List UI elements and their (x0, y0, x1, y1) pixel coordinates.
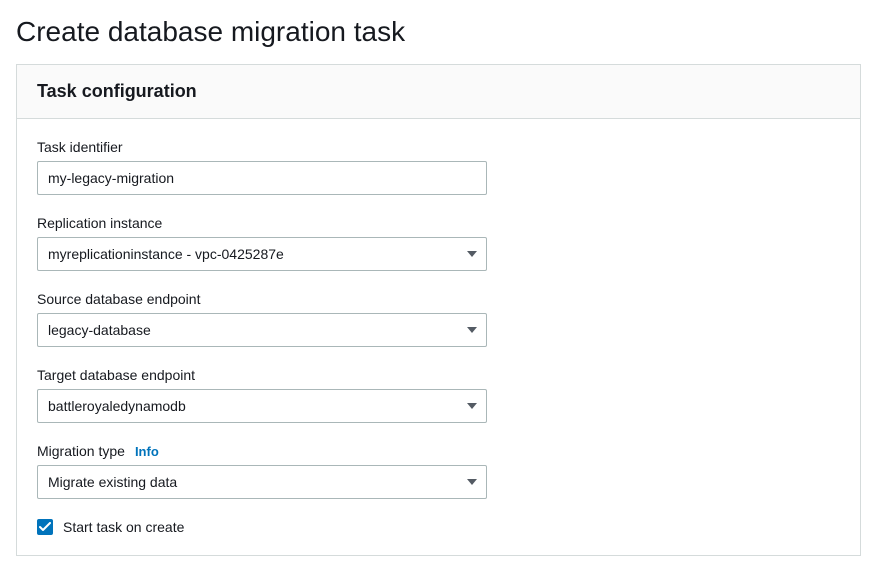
task-identifier-label: Task identifier (37, 139, 840, 155)
migration-type-select-wrapper: Migrate existing data (37, 465, 487, 499)
migration-type-group: Migration type Info Migrate existing dat… (37, 443, 840, 499)
start-on-create-checkbox[interactable] (37, 519, 53, 535)
replication-instance-select[interactable]: myreplicationinstance - vpc-0425287e (37, 237, 487, 271)
task-identifier-group: Task identifier (37, 139, 840, 195)
replication-instance-group: Replication instance myreplicationinstan… (37, 215, 840, 271)
start-on-create-label[interactable]: Start task on create (63, 519, 184, 535)
target-endpoint-label: Target database endpoint (37, 367, 840, 383)
target-endpoint-select[interactable]: battleroyaledynamodb (37, 389, 487, 423)
target-endpoint-group: Target database endpoint battleroyaledyn… (37, 367, 840, 423)
page-title: Create database migration task (16, 16, 861, 48)
checkmark-icon (39, 522, 51, 532)
migration-type-info-link[interactable]: Info (135, 444, 159, 459)
migration-type-select[interactable]: Migrate existing data (37, 465, 487, 499)
task-configuration-panel: Task configuration Task identifier Repli… (16, 64, 861, 556)
replication-instance-label: Replication instance (37, 215, 840, 231)
panel-title: Task configuration (37, 81, 840, 102)
source-endpoint-select[interactable]: legacy-database (37, 313, 487, 347)
target-endpoint-select-wrapper: battleroyaledynamodb (37, 389, 487, 423)
replication-instance-select-wrapper: myreplicationinstance - vpc-0425287e (37, 237, 487, 271)
migration-type-label: Migration type (37, 443, 125, 459)
task-identifier-input[interactable] (37, 161, 487, 195)
start-on-create-row: Start task on create (37, 519, 840, 535)
source-endpoint-label: Source database endpoint (37, 291, 840, 307)
panel-header: Task configuration (17, 65, 860, 119)
panel-body: Task identifier Replication instance myr… (17, 119, 860, 555)
source-endpoint-group: Source database endpoint legacy-database (37, 291, 840, 347)
source-endpoint-select-wrapper: legacy-database (37, 313, 487, 347)
